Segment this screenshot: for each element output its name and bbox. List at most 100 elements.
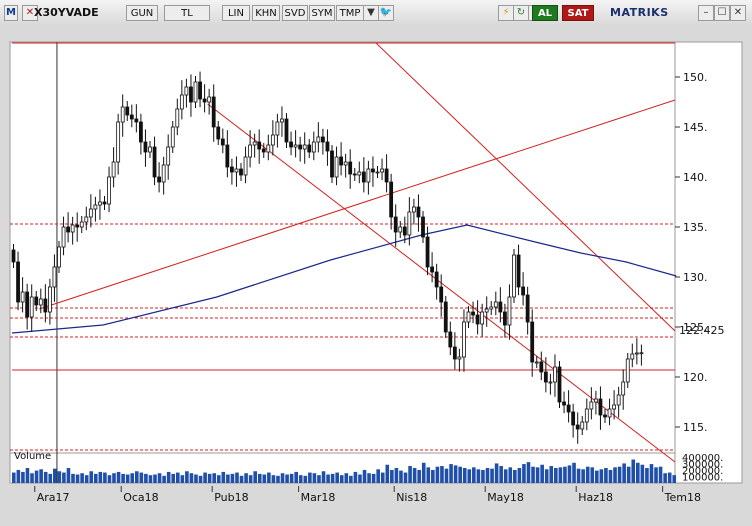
volume-bar-6: [34, 470, 39, 483]
volume-tick-label-4: 100000.: [682, 472, 723, 483]
volume-bar-118: [544, 469, 549, 483]
maximize-icon[interactable]: ☐: [714, 5, 730, 21]
volume-bar-117: [540, 464, 544, 483]
volume-bar-115: [531, 466, 535, 483]
candle-body-79: [366, 168, 371, 183]
candle-body-93: [430, 266, 435, 273]
price-chart[interactable]: 150.145.140.135.130.125.120.115.400000.3…: [0, 26, 752, 522]
volume-bar-48: [226, 474, 230, 483]
candle-body-99: [457, 356, 462, 360]
volume-bar-58: [271, 475, 276, 483]
candle-body-54: [252, 141, 257, 146]
volume-bar-93: [431, 469, 435, 483]
candle-body-17: [84, 216, 89, 223]
lightning-icon[interactable]: ⚡: [498, 5, 514, 21]
candle-body-51: [239, 168, 243, 176]
date-tick-label-2: Oca18: [123, 491, 158, 504]
scale-lin-button[interactable]: LIN: [222, 5, 250, 21]
volume-bar-122: [563, 466, 567, 483]
sell-sat-button[interactable]: SAT: [562, 5, 594, 21]
candle-body-50: [234, 168, 239, 173]
candle-body-67: [311, 141, 316, 153]
candle-body-82: [380, 168, 384, 173]
volume-bar-65: [303, 475, 308, 483]
candle-body-117: [539, 361, 544, 373]
svd-button[interactable]: SVD: [282, 5, 308, 21]
candle-body-129: [594, 398, 598, 403]
volume-bar-91: [421, 462, 426, 483]
volume-bar-145: [667, 472, 672, 483]
price-tick-label-115: 115.: [683, 421, 708, 434]
candle-body-57: [266, 144, 271, 153]
sym-button[interactable]: SYM: [309, 5, 335, 21]
volume-bar-68: [317, 475, 321, 483]
m-menu-button[interactable]: M: [4, 5, 18, 21]
refresh-icon[interactable]: ↻: [513, 5, 529, 21]
volume-bar-129: [595, 470, 599, 483]
candle-body-16: [79, 221, 84, 228]
volume-bar-133: [613, 467, 617, 483]
candle-body-124: [571, 411, 576, 426]
volume-bar-4: [25, 468, 30, 483]
volume-bar-142: [654, 467, 658, 483]
candle-body-120: [553, 366, 557, 383]
current-price-label: 122.425: [679, 324, 725, 337]
volume-bar-126: [581, 469, 585, 483]
volume-bar-39: [185, 471, 189, 483]
candle-body-33: [157, 176, 162, 183]
minimize-icon[interactable]: –: [698, 5, 714, 21]
volume-bar-34: [162, 475, 166, 483]
price-tick-label-150: 150.: [683, 71, 708, 84]
volume-bar-55: [257, 473, 262, 483]
candle-body-13: [66, 226, 70, 233]
volume-bar-103: [476, 469, 481, 483]
buy-al-button[interactable]: AL: [532, 5, 558, 21]
volume-bar-143: [658, 466, 663, 483]
close-window-icon[interactable]: ✕: [730, 5, 746, 21]
tmp-button[interactable]: TMP: [336, 5, 364, 21]
volume-bar-111: [513, 469, 517, 483]
candle-body-63: [293, 144, 298, 148]
candle-body-77: [357, 171, 362, 176]
candle-body-80: [371, 168, 375, 173]
volume-bar-107: [494, 463, 499, 483]
volume-bar-81: [376, 469, 380, 483]
candle-body-42: [198, 81, 202, 100]
volume-bar-18: [89, 471, 94, 483]
volume-bar-110: [508, 467, 513, 483]
chart-type-khn-button[interactable]: KHN: [252, 5, 280, 21]
candle-body-108: [498, 301, 503, 313]
twitter-icon[interactable]: 🐦: [378, 5, 394, 21]
candle-body-88: [407, 211, 412, 236]
candle-body-5: [29, 296, 34, 318]
date-tick-label-3: Pub18: [214, 491, 248, 504]
candle-body-61: [284, 118, 289, 143]
candle-body-3: [20, 291, 25, 303]
candle-body-59: [275, 121, 280, 136]
volume-bar-44: [207, 473, 212, 483]
currency-tl-button[interactable]: TL: [164, 5, 210, 21]
candle-body-26: [125, 106, 130, 116]
candle-body-1: [11, 249, 16, 263]
candle-body-39: [184, 86, 189, 96]
volume-bar-89: [412, 468, 417, 483]
price-axis-background: [674, 41, 743, 484]
matriks-logo: MATRIKS: [610, 6, 669, 19]
candle-body-31: [148, 146, 152, 153]
volume-bar-9: [48, 473, 53, 483]
volume-bar-59: [276, 475, 280, 483]
volume-bar-77: [358, 474, 362, 483]
volume-bar-92: [426, 467, 431, 483]
symbol-name[interactable]: X30YVADE: [34, 5, 99, 21]
period-gun-button[interactable]: GUN: [126, 5, 158, 21]
volume-bar-57: [267, 472, 271, 483]
volume-bar-88: [408, 466, 412, 483]
candle-body-118: [543, 371, 548, 383]
volume-bar-99: [458, 466, 462, 483]
dropdown-icon[interactable]: ▼: [363, 5, 379, 21]
volume-bar-130: [599, 469, 604, 483]
candle-body-95: [439, 286, 444, 303]
volume-bar-7: [39, 469, 43, 483]
volume-bar-45: [212, 473, 217, 483]
candle-body-91: [421, 216, 425, 238]
